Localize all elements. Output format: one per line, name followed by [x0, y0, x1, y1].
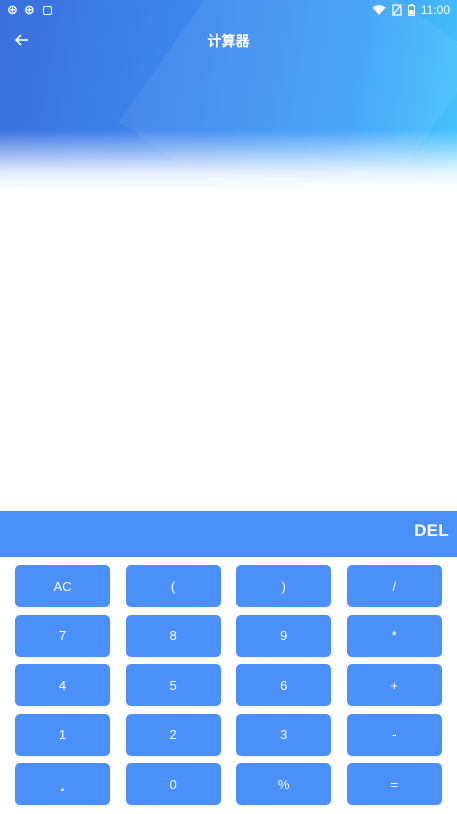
key-8[interactable]: 8 [125, 614, 221, 657]
key-multiply[interactable]: * [346, 614, 442, 657]
key-ac[interactable]: AC [15, 565, 110, 607]
status-left-icons: ⊕ ⊕ [7, 2, 52, 18]
notification-glyph-icon: ⊕ [23, 2, 35, 17]
notification-glyph-icon: ⊕ [7, 2, 18, 17]
key-plus[interactable]: + [346, 664, 442, 706]
del-button[interactable]: DEL [414, 521, 449, 541]
key-close-paren[interactable]: ) [236, 565, 332, 607]
key-decimal[interactable]: . [15, 763, 110, 805]
key-3[interactable]: 3 [236, 713, 332, 756]
status-bar: ⊕ ⊕ 11:00 [0, 0, 457, 20]
page-title: 计算器 [207, 34, 250, 50]
key-minus[interactable]: - [346, 713, 442, 756]
del-bar: DEL [0, 511, 457, 557]
key-1[interactable]: 1 [15, 713, 110, 756]
nav-bar: 计算器 [0, 22, 457, 58]
key-7[interactable]: 7 [15, 614, 110, 657]
keypad: AC ( ) / 7 8 9 * 4 5 6 + 1 2 3 - . 0 % = [15, 565, 442, 805]
key-open-paren[interactable]: ( [125, 565, 221, 607]
wifi-icon [372, 5, 386, 15]
key-percent[interactable]: % [236, 763, 332, 805]
key-5[interactable]: 5 [125, 664, 221, 706]
no-sim-icon [391, 4, 402, 16]
key-6[interactable]: 6 [236, 664, 332, 706]
calculator-display [0, 190, 457, 510]
status-right-icons: 11:00 [372, 2, 450, 18]
key-divide[interactable]: / [346, 565, 442, 607]
key-2[interactable]: 2 [125, 713, 221, 756]
key-0[interactable]: 0 [125, 763, 221, 805]
key-equals[interactable]: = [346, 763, 442, 805]
status-time: 11:00 [420, 3, 450, 17]
small-square-icon [42, 5, 52, 15]
key-9[interactable]: 9 [236, 614, 332, 657]
key-4[interactable]: 4 [15, 664, 110, 706]
battery-icon [407, 4, 415, 16]
